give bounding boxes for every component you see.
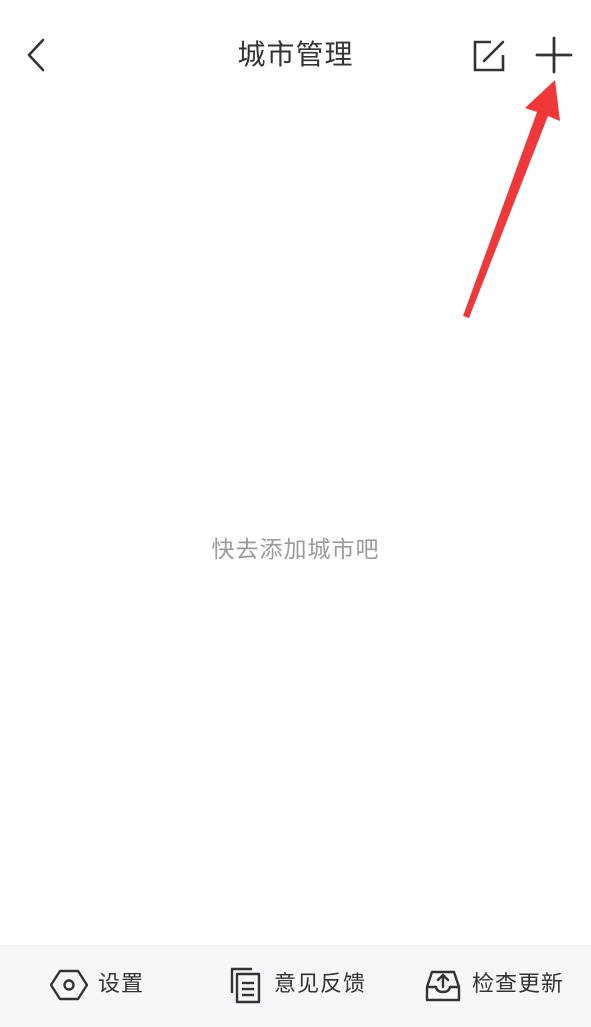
empty-state-message: 快去添加城市吧 (211, 537, 380, 563)
settings-label: 设置 (98, 972, 145, 997)
edit-button[interactable] (466, 33, 512, 79)
document-icon (226, 966, 264, 1004)
feedback-button[interactable]: 意见反馈 (226, 946, 366, 1024)
plus-icon (535, 36, 573, 74)
bottom-toolbar: 设置 意见反馈 检查更新 (0, 945, 591, 1027)
check-update-label: 检查更新 (472, 972, 565, 997)
check-update-button[interactable]: 检查更新 (424, 946, 564, 1024)
inbox-upload-icon (424, 966, 462, 1004)
edit-icon (473, 40, 505, 72)
annotation-arrow (463, 80, 560, 318)
hexagon-gear-icon (50, 966, 88, 1004)
feedback-label: 意见反馈 (274, 972, 367, 997)
header-bar: 城市管理 (0, 0, 591, 110)
add-city-button[interactable] (530, 31, 578, 79)
settings-button[interactable]: 设置 (50, 946, 144, 1024)
